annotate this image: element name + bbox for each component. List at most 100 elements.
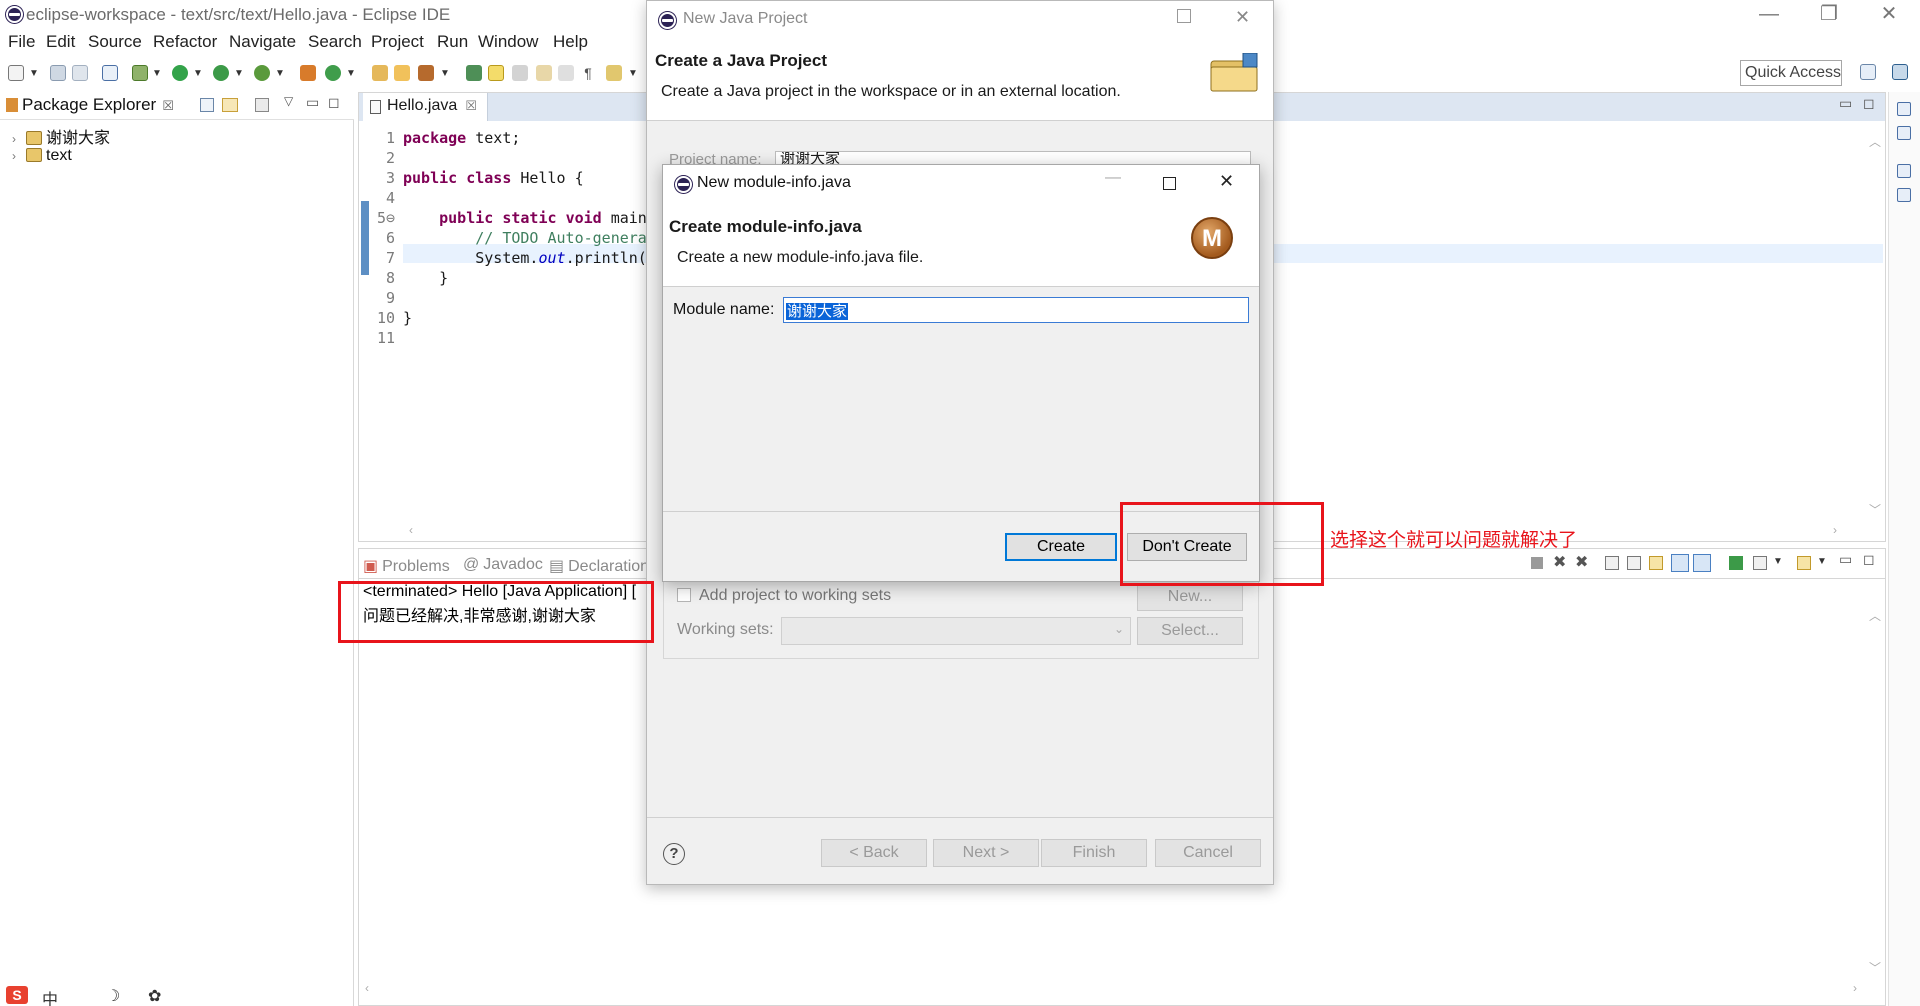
new-java-class-icon[interactable] (325, 65, 341, 81)
ime-chinese-icon[interactable]: 中 (42, 986, 58, 1006)
chevron-down-icon[interactable]: ▼ (234, 68, 244, 79)
menu-run[interactable]: Run (437, 32, 468, 52)
code-line[interactable]: 2 (369, 149, 403, 169)
maximize-view-icon[interactable]: ◻ (1863, 551, 1875, 568)
chevron-down-icon[interactable]: ▼ (440, 68, 450, 79)
pin-console-icon[interactable] (1729, 556, 1743, 570)
back-button[interactable]: < Back (821, 839, 927, 867)
minimize-button[interactable]: — (1740, 0, 1798, 30)
code-line[interactable]: 8 } (369, 269, 448, 289)
restore-view-icon[interactable] (1897, 102, 1911, 116)
menu-source[interactable]: Source (88, 32, 142, 52)
external-tools-icon[interactable] (254, 65, 270, 81)
menu-edit[interactable]: Edit (46, 32, 75, 52)
show-console-stderr-icon[interactable] (1693, 554, 1711, 572)
show-whitespace-icon[interactable] (558, 65, 574, 81)
working-sets-combo[interactable]: ⌄ (781, 617, 1131, 645)
chevron-right-icon[interactable]: › (12, 149, 26, 163)
chevron-right-icon[interactable]: › (12, 132, 26, 146)
create-button[interactable]: Create (1005, 533, 1117, 561)
scroll-left-icon[interactable]: ‹ (409, 523, 413, 537)
chevron-down-icon[interactable]: ▼ (275, 68, 285, 79)
project-name-input[interactable]: 谢谢大家 (775, 151, 1251, 165)
tab-package-explorer[interactable]: Package Explorer ☒ (6, 95, 174, 115)
code-line[interactable]: 9 (369, 289, 403, 309)
minimize-view-icon[interactable]: ▭ (306, 94, 319, 111)
scroll-right-icon[interactable]: › (1833, 523, 1837, 537)
task-list-icon[interactable] (1897, 126, 1911, 140)
menu-file[interactable]: File (8, 32, 35, 52)
code-line[interactable]: 7 System.out.println( (369, 249, 647, 269)
maximize-view-icon[interactable]: ◻ (328, 94, 340, 111)
minimize-icon[interactable]: — (1105, 169, 1121, 187)
block-selection-icon[interactable] (536, 65, 552, 81)
chevron-down-icon[interactable]: ▼ (628, 68, 638, 79)
maximize-icon[interactable] (1163, 177, 1176, 190)
new-working-set-button[interactable]: New... (1137, 583, 1243, 611)
skip-breakpoints-icon[interactable] (102, 65, 118, 81)
code-line[interactable]: 6 // TODO Auto-genera (369, 229, 647, 249)
chevron-down-icon[interactable]: ▼ (193, 68, 203, 79)
show-console-stdout-icon[interactable] (1671, 554, 1689, 572)
restore-view-icon[interactable] (1897, 164, 1911, 178)
debug-icon[interactable] (132, 65, 148, 81)
menu-refactor[interactable]: Refactor (153, 32, 217, 52)
help-icon[interactable]: ? (663, 843, 685, 865)
new-icon[interactable] (8, 65, 24, 81)
terminate-icon[interactable] (1531, 557, 1543, 569)
menu-navigate[interactable]: Navigate (229, 32, 296, 52)
pilcrow-icon[interactable]: ¶ (580, 65, 596, 81)
chevron-down-icon[interactable]: ▼ (29, 68, 39, 79)
chevron-down-icon[interactable]: ▼ (1817, 556, 1827, 567)
input-method-icon[interactable]: S (6, 986, 28, 1004)
collapse-all-icon[interactable] (200, 98, 214, 112)
outline-icon[interactable] (1897, 188, 1911, 202)
word-wrap-icon[interactable] (1649, 556, 1663, 570)
clear-console-icon[interactable] (1605, 556, 1619, 570)
minimize-view-icon[interactable]: ▭ (1839, 95, 1852, 112)
view-menu-icon[interactable] (255, 98, 269, 112)
new-java-package-icon[interactable] (300, 65, 316, 81)
chevron-down-icon[interactable]: ▼ (152, 68, 162, 79)
open-console-icon[interactable] (1797, 556, 1811, 570)
cancel-button[interactable]: Cancel (1155, 839, 1261, 867)
save-icon[interactable] (50, 65, 66, 81)
menu-help[interactable]: Help (553, 32, 588, 52)
chevron-down-icon[interactable]: ▼ (346, 68, 356, 79)
quick-access-input[interactable]: Quick Access (1740, 60, 1842, 86)
search-icon[interactable] (418, 65, 434, 81)
scroll-left-icon[interactable]: ‹ (365, 981, 369, 995)
tree-item-project-2[interactable]: › text (12, 147, 72, 165)
code-line[interactable]: 10} (369, 309, 412, 329)
menu-window[interactable]: Window (478, 32, 538, 52)
finish-button[interactable]: Finish (1041, 839, 1147, 867)
scroll-down-icon[interactable]: ﹀ (1869, 959, 1881, 976)
toggle-mark-icon[interactable] (466, 65, 482, 81)
code-line[interactable]: 3 public class Hello { (369, 169, 584, 189)
chevron-down-icon[interactable]: ▼ (1773, 556, 1783, 567)
annotation-icon[interactable] (512, 65, 528, 81)
next-button[interactable]: Next > (933, 839, 1039, 867)
menu-search[interactable]: Search (308, 32, 362, 52)
code-line[interactable]: 4 (369, 189, 403, 209)
scroll-right-icon[interactable]: › (1853, 981, 1857, 995)
remove-launch-icon[interactable]: ✖ (1553, 552, 1566, 572)
open-perspective-icon[interactable] (1860, 64, 1876, 80)
tab-problems[interactable]: ▣ Problems (363, 556, 450, 576)
tree-item-project-1[interactable]: › 谢谢大家 (12, 124, 110, 148)
minimize-view-icon[interactable]: ▭ (1839, 551, 1852, 568)
close-icon[interactable]: ☒ (162, 98, 174, 113)
tab-javadoc[interactable]: @ Javadoc (463, 556, 543, 574)
scroll-up-icon[interactable]: ︿ (1869, 133, 1881, 150)
ime-skin-icon[interactable]: ✿ (148, 986, 161, 1006)
select-working-set-button[interactable]: Select... (1137, 617, 1243, 645)
code-line[interactable]: 1 package text; (369, 129, 520, 149)
next-annotation-icon[interactable] (606, 65, 622, 81)
module-name-input[interactable]: 谢谢大家 (783, 297, 1249, 323)
close-icon[interactable]: ✕ (1219, 171, 1234, 192)
code-line[interactable]: 11 (369, 329, 403, 349)
scroll-down-icon[interactable]: ﹀ (1869, 501, 1881, 518)
menu-project[interactable]: Project (371, 32, 424, 52)
open-type-icon[interactable] (372, 65, 388, 81)
java-perspective-icon[interactable] (1892, 64, 1908, 80)
